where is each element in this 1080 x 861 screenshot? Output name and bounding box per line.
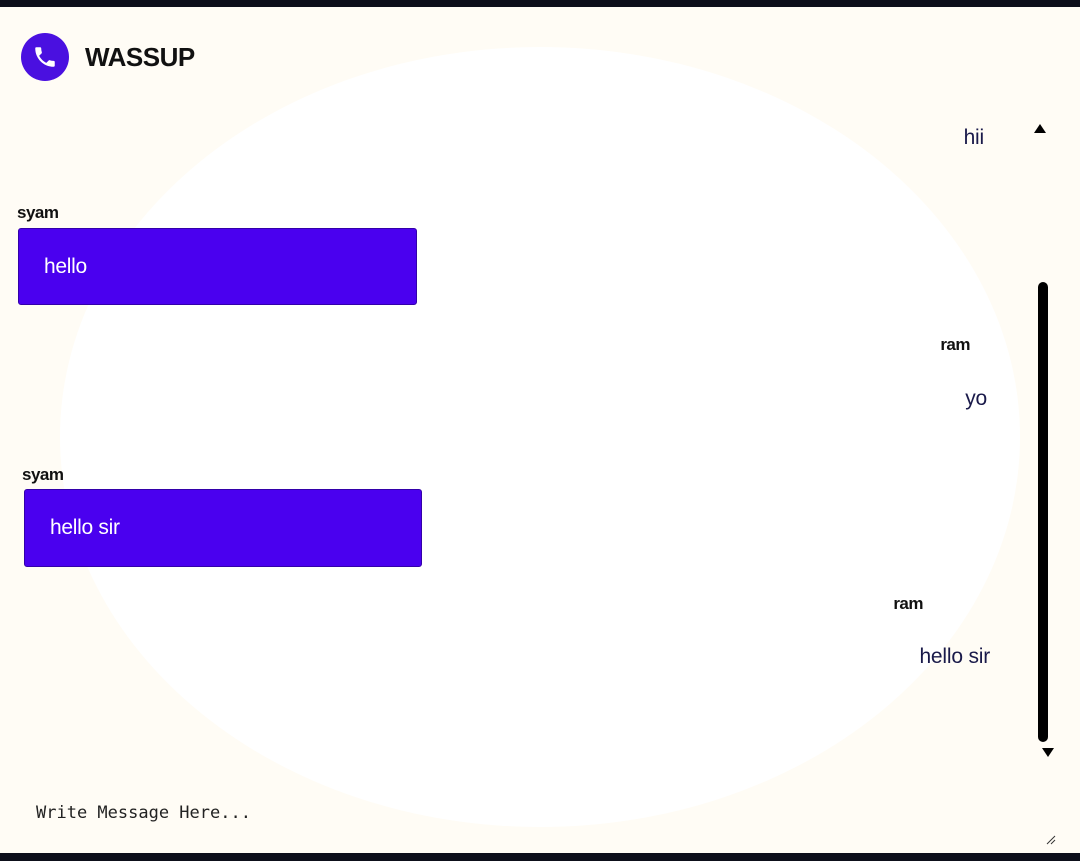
app-title: WASSUP xyxy=(85,41,195,72)
sender-name: syam xyxy=(22,465,64,484)
message-text-right: hii xyxy=(963,126,985,149)
phone-icon[interactable] xyxy=(21,33,69,81)
chat-window: WASSUP hii syam hello ram yo syam hello … xyxy=(0,7,1080,853)
message-text-right: hello sir xyxy=(919,645,990,668)
message-bubble: hello xyxy=(18,228,417,305)
message-input[interactable] xyxy=(34,795,998,831)
scrollbar-thumb[interactable] xyxy=(1038,282,1048,742)
resize-handle-icon[interactable] xyxy=(1044,833,1056,845)
scroll-up-arrow-icon[interactable] xyxy=(1034,124,1046,133)
scroll-down-arrow-icon[interactable] xyxy=(1042,748,1054,757)
app-header: WASSUP xyxy=(21,33,195,81)
sender-name: ram xyxy=(893,594,923,613)
background-glow xyxy=(60,47,1020,827)
sender-name: ram xyxy=(940,335,970,354)
message-bubble: hello sir xyxy=(24,489,422,567)
message-text-right: yo xyxy=(965,387,987,410)
message-text: hello xyxy=(44,254,87,278)
message-text: hello sir xyxy=(50,516,120,539)
sender-name: syam xyxy=(17,203,59,222)
